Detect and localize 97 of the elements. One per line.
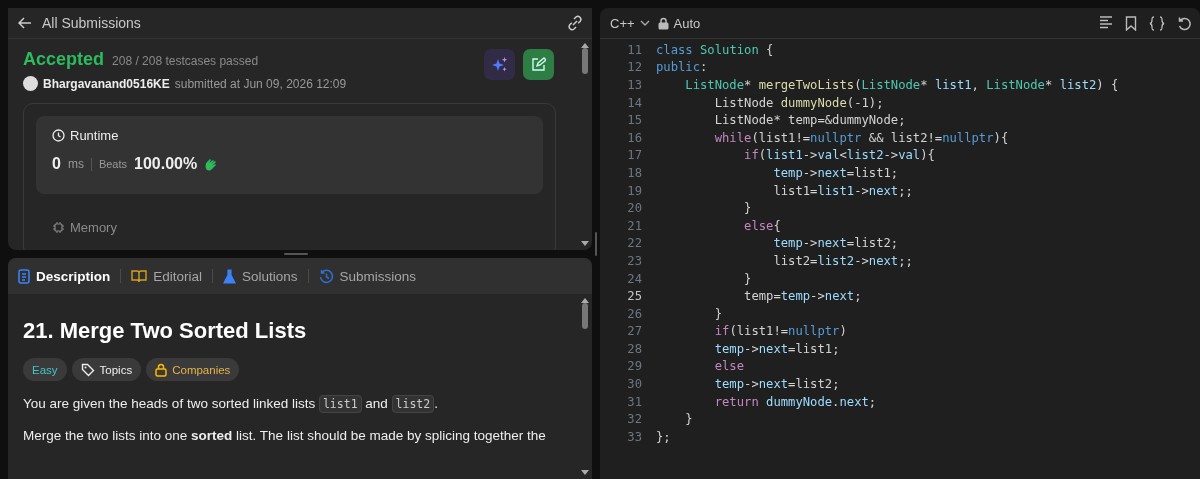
scroll-up-icon[interactable] <box>581 298 589 303</box>
line-number: 25 <box>626 289 643 304</box>
bookmark-icon[interactable] <box>1125 15 1137 31</box>
code-line: temp->next=list1; <box>772 165 899 180</box>
line-number: 20 <box>626 201 643 216</box>
format-icon[interactable] <box>1099 15 1113 29</box>
history-icon <box>318 268 334 284</box>
line-number: 27 <box>626 324 643 339</box>
scroll-up-icon[interactable] <box>581 43 589 48</box>
runtime-title: Runtime <box>70 128 119 143</box>
code-line: } <box>713 306 723 321</box>
tab[interactable]: Editorial <box>129 268 205 284</box>
back-arrow-icon[interactable] <box>18 17 32 29</box>
code-line: class Solution { <box>656 42 774 57</box>
companies-tag[interactable]: Companies <box>146 358 240 381</box>
code-line: while(list1!=nullptr && list2!=nullptr){ <box>713 130 1009 145</box>
beats-label: Beats <box>98 158 128 170</box>
scroll-down-icon[interactable] <box>581 470 589 475</box>
code-line: temp->next=list2; <box>713 377 840 392</box>
back-link[interactable]: All Submissions <box>42 15 141 31</box>
line-number: 17 <box>626 148 643 163</box>
line-number: 21 <box>626 218 643 233</box>
code-line: list2=list2->next;; <box>772 253 913 268</box>
ai-button[interactable] <box>484 49 515 80</box>
scrollbar-thumb[interactable] <box>582 48 588 74</box>
tab[interactable]: Submissions <box>316 268 419 284</box>
line-number: 30 <box>626 377 643 392</box>
line-number: 15 <box>626 113 643 128</box>
line-number: 33 <box>626 429 643 444</box>
beats-value: 100.00% <box>134 155 198 173</box>
clock-icon <box>52 129 65 142</box>
line-number: 13 <box>626 78 643 92</box>
scrollbar-thumb[interactable] <box>582 303 588 329</box>
lock-icon <box>155 362 168 377</box>
line-number: 26 <box>626 306 643 321</box>
chevron-down-icon <box>639 20 650 26</box>
runtime-value: 0 <box>52 155 61 173</box>
code-line: return dummyNode.next; <box>713 394 877 409</box>
tag-icon <box>80 362 95 377</box>
code-line: }; <box>656 429 671 444</box>
line-number: 19 <box>626 183 643 198</box>
line-number: 28 <box>626 341 643 356</box>
description-text: You are given the heads of two sorted linked lists list1 and list2 . <box>23 395 439 413</box>
code-line: temp->next=list1; <box>713 341 840 356</box>
line-number: 18 <box>626 165 643 180</box>
code-line: public: <box>656 60 708 75</box>
code-line: list1=list1->next;; <box>772 183 913 198</box>
username-link[interactable]: Bhargavanand0516KE <box>43 76 170 91</box>
edit-icon <box>531 57 546 72</box>
code-line: if(list1->val<list2->val){ <box>743 148 935 163</box>
braces-icon[interactable] <box>1149 15 1165 31</box>
code-line: } <box>743 271 752 286</box>
line-number: 14 <box>626 95 643 110</box>
difficulty-tag: Easy <box>23 358 67 381</box>
language-select[interactable]: C++ <box>610 15 650 31</box>
line-number: 29 <box>626 359 643 374</box>
book-icon <box>131 269 148 283</box>
line-number: 12 <box>626 60 643 75</box>
tab[interactable]: Solutions <box>221 268 300 284</box>
reset-icon[interactable] <box>1177 15 1192 31</box>
line-number: 31 <box>626 394 643 409</box>
flask-icon <box>223 268 237 284</box>
scroll-down-icon[interactable] <box>581 241 589 246</box>
chip-icon <box>52 221 65 234</box>
runtime-card[interactable]: Runtime 0 ms Beats 100.00% <box>36 116 543 194</box>
line-number: 16 <box>626 130 643 145</box>
line-number: 11 <box>626 42 643 57</box>
tab[interactable]: Description <box>16 268 113 284</box>
mode-label[interactable]: Auto <box>673 15 701 31</box>
testcases-text: 208 / 208 testcases passed <box>112 54 259 68</box>
memory-title: Memory <box>70 220 117 235</box>
code-line: else{ <box>743 218 781 233</box>
code-line: temp->next=list2; <box>772 236 899 251</box>
code-line: ListNode* mergeTwoLists(ListNode* list1, ListNode* list2) { <box>684 78 1119 92</box>
code-line: ListNode dummyNode(-1); <box>713 95 884 110</box>
code-line: } <box>684 412 693 427</box>
code-line: } <box>743 201 752 216</box>
description-text: Merge the two lists into one sorted list. The list should be made by splicing together the <box>23 427 547 445</box>
code-line: temp=temp->next; <box>743 289 862 304</box>
code-line: ListNode* temp=&dummyNode; <box>713 113 906 128</box>
submitted-time: submitted at Jun 09, 2026 12:09 <box>174 76 347 91</box>
line-number: 22 <box>626 236 643 251</box>
runtime-unit: ms <box>67 157 84 171</box>
document-icon <box>18 268 30 284</box>
problem-title: 21. Merge Two Sorted Lists <box>23 318 308 344</box>
line-number: 32 <box>626 412 643 427</box>
lock-icon <box>657 16 669 30</box>
code-line: else <box>713 359 745 374</box>
edit-button[interactable] <box>523 49 554 80</box>
link-icon[interactable] <box>566 15 584 31</box>
clap-icon <box>204 157 219 171</box>
line-number: 24 <box>626 271 643 286</box>
avatar-icon <box>23 76 38 91</box>
topics-tag[interactable]: Topics <box>71 358 142 381</box>
line-number: 23 <box>626 253 643 268</box>
code-line: if(list1!=nullptr) <box>713 324 847 339</box>
status-text: Accepted <box>23 49 105 70</box>
